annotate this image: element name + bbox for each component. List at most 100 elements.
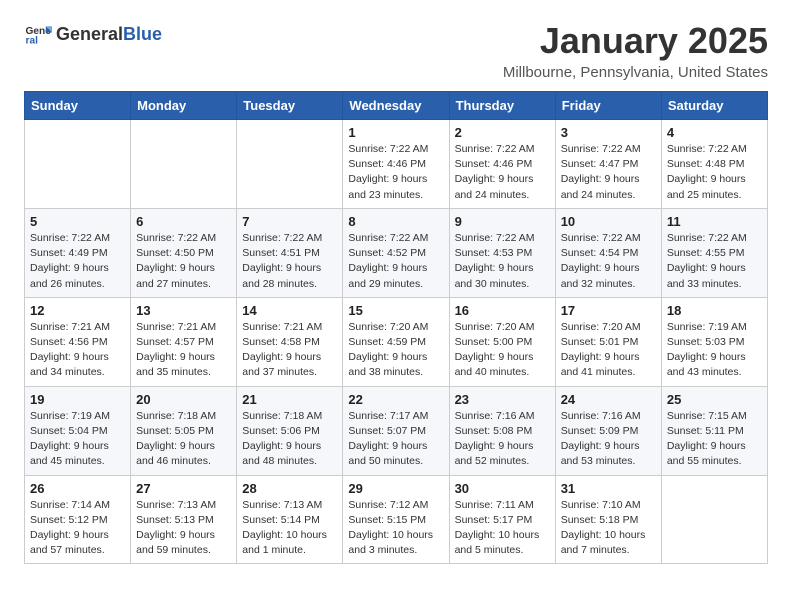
day-number: 25 [667, 392, 762, 407]
day-number: 11 [667, 214, 762, 229]
week-row-2: 5 Sunrise: 7:22 AM Sunset: 4:49 PM Daylig… [25, 208, 768, 297]
day-info: Sunrise: 7:21 AM Sunset: 4:58 PM Dayligh… [242, 320, 337, 381]
calendar-cell: 29 Sunrise: 7:12 AM Sunset: 5:15 PM Dayli… [343, 475, 449, 564]
day-number: 1 [348, 125, 443, 140]
day-info: Sunrise: 7:11 AM Sunset: 5:17 PM Dayligh… [455, 498, 550, 559]
day-number: 15 [348, 303, 443, 318]
calendar-cell: 18Sunrise: 7:19 AM Sunset: 5:03 PM Dayli… [661, 297, 767, 386]
weekday-header-tuesday: Tuesday [237, 92, 343, 120]
calendar-cell: 19Sunrise: 7:19 AM Sunset: 5:04 PM Dayli… [25, 386, 131, 475]
week-row-4: 19Sunrise: 7:19 AM Sunset: 5:04 PM Dayli… [25, 386, 768, 475]
calendar-cell: 31Sunrise: 7:10 AM Sunset: 5:18 PM Dayli… [555, 475, 661, 564]
month-title: January 2025 [503, 20, 768, 62]
day-number: 24 [561, 392, 656, 407]
day-number: 22 [348, 392, 443, 407]
calendar-cell: 1 Sunrise: 7:22 AM Sunset: 4:46 PM Daylig… [343, 120, 449, 209]
calendar-cell: 16Sunrise: 7:20 AM Sunset: 5:00 PM Dayli… [449, 297, 555, 386]
calendar-cell: 5 Sunrise: 7:22 AM Sunset: 4:49 PM Daylig… [25, 208, 131, 297]
day-number: 18 [667, 303, 762, 318]
day-number: 26 [30, 481, 125, 496]
calendar-cell: 30 Sunrise: 7:11 AM Sunset: 5:17 PM Dayli… [449, 475, 555, 564]
calendar-cell: 27Sunrise: 7:13 AM Sunset: 5:13 PM Dayli… [131, 475, 237, 564]
day-info: Sunrise: 7:12 AM Sunset: 5:15 PM Dayligh… [348, 498, 443, 559]
day-number: 27 [136, 481, 231, 496]
calendar-cell: 4Sunrise: 7:22 AM Sunset: 4:48 PM Daylig… [661, 120, 767, 209]
day-number: 3 [561, 125, 656, 140]
day-info: Sunrise: 7:16 AM Sunset: 5:08 PM Dayligh… [455, 409, 550, 470]
day-number: 28 [242, 481, 337, 496]
calendar-cell: 21 Sunrise: 7:18 AM Sunset: 5:06 PM Dayli… [237, 386, 343, 475]
day-info: Sunrise: 7:19 AM Sunset: 5:04 PM Dayligh… [30, 409, 125, 470]
day-info: Sunrise: 7:22 AM Sunset: 4:54 PM Dayligh… [561, 231, 656, 292]
day-info: Sunrise: 7:22 AM Sunset: 4:51 PM Dayligh… [242, 231, 337, 292]
week-row-5: 26 Sunrise: 7:14 AM Sunset: 5:12 PM Dayli… [25, 475, 768, 564]
day-number: 14 [242, 303, 337, 318]
day-info: Sunrise: 7:22 AM Sunset: 4:55 PM Dayligh… [667, 231, 762, 292]
day-number: 9 [455, 214, 550, 229]
day-info: Sunrise: 7:22 AM Sunset: 4:49 PM Dayligh… [30, 231, 125, 292]
calendar-cell: 15Sunrise: 7:20 AM Sunset: 4:59 PM Dayli… [343, 297, 449, 386]
calendar-cell: 11 Sunrise: 7:22 AM Sunset: 4:55 PM Dayli… [661, 208, 767, 297]
logo: Gene ral General Blue [24, 20, 162, 48]
calendar-cell: 23 Sunrise: 7:16 AM Sunset: 5:08 PM Dayli… [449, 386, 555, 475]
calendar-cell: 22 Sunrise: 7:17 AM Sunset: 5:07 PM Dayli… [343, 386, 449, 475]
calendar-cell: 3 Sunrise: 7:22 AM Sunset: 4:47 PM Daylig… [555, 120, 661, 209]
day-info: Sunrise: 7:22 AM Sunset: 4:46 PM Dayligh… [455, 142, 550, 203]
calendar-cell [237, 120, 343, 209]
weekday-header-friday: Friday [555, 92, 661, 120]
weekday-header-sunday: Sunday [25, 92, 131, 120]
day-info: Sunrise: 7:22 AM Sunset: 4:50 PM Dayligh… [136, 231, 231, 292]
week-row-1: 1 Sunrise: 7:22 AM Sunset: 4:46 PM Daylig… [25, 120, 768, 209]
day-info: Sunrise: 7:13 AM Sunset: 5:14 PM Dayligh… [242, 498, 337, 559]
header: Gene ral General Blue January 2025 Millb… [24, 20, 768, 81]
day-info: Sunrise: 7:20 AM Sunset: 5:00 PM Dayligh… [455, 320, 550, 381]
location-title: Millbourne, Pennsylvania, United States [503, 64, 768, 81]
day-info: Sunrise: 7:14 AM Sunset: 5:12 PM Dayligh… [30, 498, 125, 559]
day-info: Sunrise: 7:21 AM Sunset: 4:56 PM Dayligh… [30, 320, 125, 381]
day-number: 6 [136, 214, 231, 229]
day-number: 23 [455, 392, 550, 407]
calendar-cell: 24 Sunrise: 7:16 AM Sunset: 5:09 PM Dayli… [555, 386, 661, 475]
calendar-cell: 25Sunrise: 7:15 AM Sunset: 5:11 PM Dayli… [661, 386, 767, 475]
calendar-cell: 13Sunrise: 7:21 AM Sunset: 4:57 PM Dayli… [131, 297, 237, 386]
day-number: 17 [561, 303, 656, 318]
logo-text-general: General [56, 24, 123, 45]
svg-text:ral: ral [26, 35, 39, 46]
calendar-cell: 12 Sunrise: 7:21 AM Sunset: 4:56 PM Dayli… [25, 297, 131, 386]
logo-text-blue: Blue [123, 24, 162, 45]
calendar-cell [25, 120, 131, 209]
day-number: 7 [242, 214, 337, 229]
day-info: Sunrise: 7:22 AM Sunset: 4:47 PM Dayligh… [561, 142, 656, 203]
day-info: Sunrise: 7:16 AM Sunset: 5:09 PM Dayligh… [561, 409, 656, 470]
day-info: Sunrise: 7:22 AM Sunset: 4:46 PM Dayligh… [348, 142, 443, 203]
day-number: 8 [348, 214, 443, 229]
day-info: Sunrise: 7:18 AM Sunset: 5:06 PM Dayligh… [242, 409, 337, 470]
calendar-cell: 8Sunrise: 7:22 AM Sunset: 4:52 PM Daylig… [343, 208, 449, 297]
calendar-cell [131, 120, 237, 209]
day-number: 2 [455, 125, 550, 140]
day-number: 31 [561, 481, 656, 496]
day-info: Sunrise: 7:22 AM Sunset: 4:53 PM Dayligh… [455, 231, 550, 292]
calendar-cell: 2 Sunrise: 7:22 AM Sunset: 4:46 PM Daylig… [449, 120, 555, 209]
weekday-header-thursday: Thursday [449, 92, 555, 120]
weekday-header-wednesday: Wednesday [343, 92, 449, 120]
day-info: Sunrise: 7:20 AM Sunset: 5:01 PM Dayligh… [561, 320, 656, 381]
day-number: 13 [136, 303, 231, 318]
day-number: 21 [242, 392, 337, 407]
calendar-cell: 26 Sunrise: 7:14 AM Sunset: 5:12 PM Dayli… [25, 475, 131, 564]
week-row-3: 12 Sunrise: 7:21 AM Sunset: 4:56 PM Dayli… [25, 297, 768, 386]
title-area: January 2025 Millbourne, Pennsylvania, U… [503, 20, 768, 81]
logo-icon: Gene ral [24, 20, 52, 48]
day-number: 5 [30, 214, 125, 229]
day-info: Sunrise: 7:18 AM Sunset: 5:05 PM Dayligh… [136, 409, 231, 470]
day-number: 30 [455, 481, 550, 496]
calendar-cell: 6 Sunrise: 7:22 AM Sunset: 4:50 PM Daylig… [131, 208, 237, 297]
weekday-header-row: SundayMondayTuesdayWednesdayThursdayFrid… [25, 92, 768, 120]
calendar-table: SundayMondayTuesdayWednesdayThursdayFrid… [24, 91, 768, 564]
calendar-cell: 9 Sunrise: 7:22 AM Sunset: 4:53 PM Daylig… [449, 208, 555, 297]
day-number: 29 [348, 481, 443, 496]
calendar-cell: 7 Sunrise: 7:22 AM Sunset: 4:51 PM Daylig… [237, 208, 343, 297]
calendar-cell: 14 Sunrise: 7:21 AM Sunset: 4:58 PM Dayli… [237, 297, 343, 386]
day-number: 12 [30, 303, 125, 318]
day-info: Sunrise: 7:17 AM Sunset: 5:07 PM Dayligh… [348, 409, 443, 470]
